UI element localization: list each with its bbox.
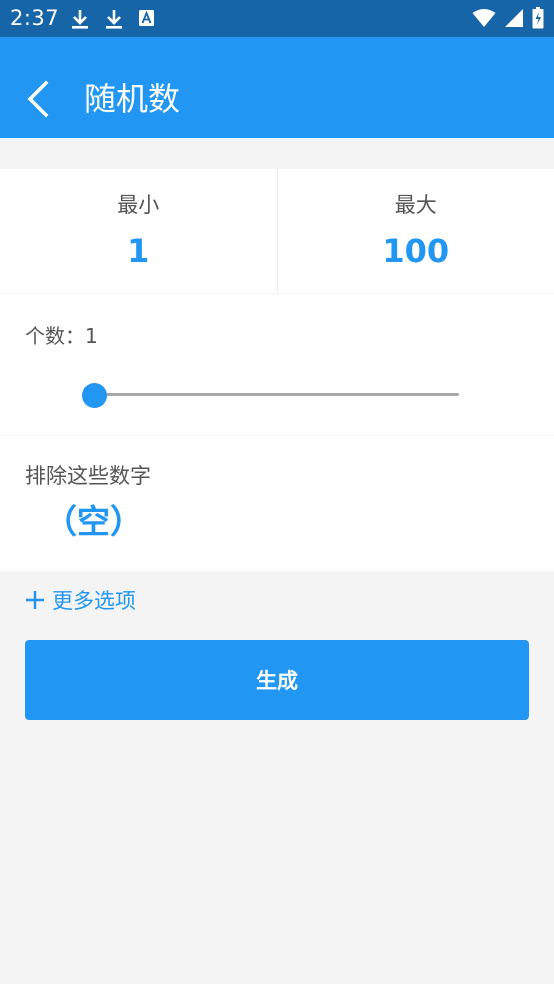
status-icons-left <box>70 8 156 30</box>
status-icons-right <box>472 7 544 29</box>
text-a-icon <box>139 10 154 26</box>
plus-icon <box>26 591 44 609</box>
exclude-label: 排除这些数字 <box>25 464 151 488</box>
wifi-icon <box>472 9 496 27</box>
battery-icon <box>532 7 544 29</box>
page-title: 随机数 <box>84 80 181 118</box>
min-value-cell[interactable]: 最小 1 <box>0 169 277 293</box>
max-value-cell[interactable]: 最大 100 <box>276 169 554 293</box>
cellular-icon <box>505 9 523 27</box>
download-icon <box>106 10 122 29</box>
slider-thumb[interactable] <box>82 383 107 408</box>
status-time: 2:37 <box>10 6 60 30</box>
chevron-left-icon <box>27 80 49 118</box>
max-value: 100 <box>382 232 450 270</box>
min-label: 最小 <box>117 193 160 217</box>
max-label: 最大 <box>394 193 437 217</box>
slider-track <box>95 393 459 396</box>
generate-button[interactable]: 生成 <box>25 640 529 720</box>
exclude-numbers-card[interactable]: 排除这些数字 （空） <box>0 436 554 571</box>
generate-button-label: 生成 <box>256 669 298 693</box>
count-card: 个数：1 <box>0 294 554 435</box>
count-label: 个数：1 <box>25 324 98 348</box>
app-bar: 随机数 <box>0 37 554 138</box>
back-button[interactable] <box>20 73 60 123</box>
download-icon <box>72 10 88 29</box>
more-options-link[interactable]: 更多选项 <box>24 584 136 616</box>
count-slider[interactable] <box>82 382 462 410</box>
min-value: 1 <box>127 232 150 270</box>
more-options-label: 更多选项 <box>52 589 136 613</box>
status-bar: 2:37 <box>0 0 554 37</box>
exclude-value: （空） <box>44 502 143 541</box>
range-card: 最小 1 最大 100 <box>0 169 554 293</box>
